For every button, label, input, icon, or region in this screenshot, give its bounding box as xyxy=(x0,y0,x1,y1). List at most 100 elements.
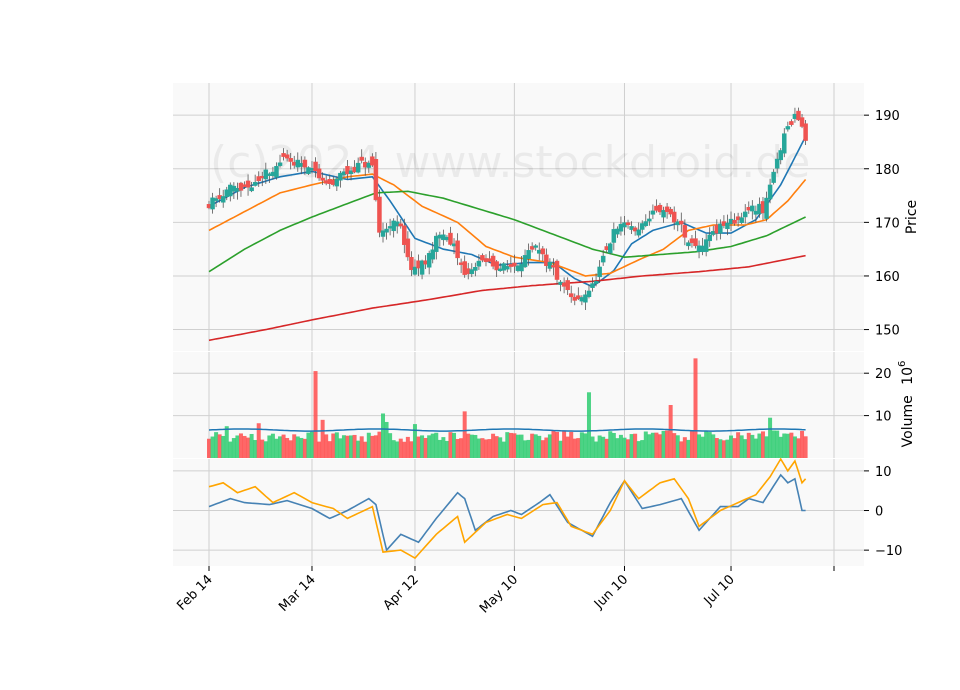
volume-bar-113 xyxy=(608,431,613,458)
candle-body-157 xyxy=(764,197,769,219)
volume-bar-33 xyxy=(324,434,329,458)
volume-bar-93 xyxy=(537,435,542,458)
volume-bar-167 xyxy=(800,430,805,458)
volume-bar-92 xyxy=(533,434,538,458)
volume-bar-120 xyxy=(633,433,638,458)
price-ytick-label-3: 180 xyxy=(875,163,900,178)
volume-bar-38 xyxy=(341,435,346,458)
volume-bar-9 xyxy=(238,433,243,458)
volume-bar-123 xyxy=(643,431,648,458)
candle-body-23 xyxy=(288,158,293,162)
price-panel: (c)2024 www.stockdroid.de 150 160 170 180 19… xyxy=(173,83,920,351)
candle-body-50 xyxy=(384,228,389,233)
volume-bar-70 xyxy=(455,438,460,458)
volume-bar-7 xyxy=(231,438,236,458)
volume-bar-103 xyxy=(572,438,577,458)
volume-bar-15 xyxy=(260,439,265,458)
volume-bar-122 xyxy=(640,440,645,458)
volume-bar-108 xyxy=(590,436,595,458)
volume-bar-61 xyxy=(423,437,428,458)
volume-bar-124 xyxy=(647,434,652,458)
candle-body-121 xyxy=(636,229,641,236)
volume-ytick-label-0: 10 xyxy=(875,410,892,425)
volume-bar-80 xyxy=(491,433,496,458)
volume-bar-37 xyxy=(338,438,343,458)
volume-bar-11 xyxy=(246,437,251,458)
volume-bar-150 xyxy=(739,435,744,458)
volume-bar-64 xyxy=(434,432,439,458)
volume-bar-100 xyxy=(562,431,567,458)
price-y-ticks: 150 160 170 180 190 xyxy=(864,109,900,339)
volume-bar-87 xyxy=(515,434,520,458)
volume-bar-89 xyxy=(523,440,528,458)
volume-bar-163 xyxy=(785,433,790,458)
oscillator-ytick-label-1: 0 xyxy=(875,505,883,520)
candle-body-162 xyxy=(782,133,787,154)
volume-bar-8 xyxy=(235,435,240,458)
candle-body-11 xyxy=(245,180,251,188)
volume-bar-118 xyxy=(626,439,631,458)
volume-bar-10 xyxy=(242,435,247,458)
candle-body-12 xyxy=(249,187,254,192)
volume-bar-20 xyxy=(278,436,283,458)
candle-body-4 xyxy=(220,196,226,203)
candle-body-110 xyxy=(597,266,602,278)
volume-bar-25 xyxy=(295,436,300,458)
volume-bar-88 xyxy=(519,434,524,458)
volume-bar-125 xyxy=(650,432,655,458)
volume-bar-86 xyxy=(512,433,517,458)
candle-body-150 xyxy=(739,217,744,223)
volume-bar-67 xyxy=(444,440,449,458)
volume-axis-label: Volume 106 xyxy=(897,361,916,448)
volume-bar-44 xyxy=(363,441,368,458)
volume-bar-77 xyxy=(480,438,485,458)
date-x-ticks: Feb 14 Mar 14 Apr 12 May 10 Jun 10 Jul 10 xyxy=(174,566,835,616)
volume-bar-4 xyxy=(221,435,226,458)
volume-bar-39 xyxy=(345,435,350,458)
volume-bar-97 xyxy=(551,430,556,458)
volume-bar-155 xyxy=(757,433,762,458)
volume-bar-29 xyxy=(309,431,314,458)
candle-body-42 xyxy=(355,162,361,173)
volume-bar-75 xyxy=(473,434,478,458)
volume-bar-130 xyxy=(668,405,673,458)
candle-body-148 xyxy=(732,220,737,224)
volume-bar-152 xyxy=(746,432,751,458)
oscillator-ytick-label-0: −10 xyxy=(875,544,902,559)
candle-body-124 xyxy=(647,218,652,222)
candle-body-92 xyxy=(533,245,538,248)
price-panel-background xyxy=(173,83,864,351)
volume-bar-51 xyxy=(388,433,393,458)
volume-bar-65 xyxy=(437,439,442,458)
volume-bar-96 xyxy=(547,434,552,458)
volume-bar-153 xyxy=(750,434,755,458)
volume-bar-50 xyxy=(384,421,389,458)
candle-body-168 xyxy=(803,123,808,141)
volume-bar-17 xyxy=(267,435,272,458)
volume-bar-156 xyxy=(760,431,765,458)
candle-body-113 xyxy=(608,243,613,254)
candle-body-43 xyxy=(359,156,364,161)
watermark: (c)2024 www.stockdroid.de xyxy=(210,137,810,188)
volume-bar-32 xyxy=(320,419,325,458)
volume-bar-121 xyxy=(636,441,641,458)
candle-body-101 xyxy=(565,280,570,291)
volume-bar-21 xyxy=(281,434,286,458)
oscillator-ytick-label-2: 10 xyxy=(875,465,892,480)
volume-bar-129 xyxy=(665,430,670,458)
volume-bar-81 xyxy=(494,436,499,458)
volume-bar-16 xyxy=(263,441,268,458)
volume-bar-133 xyxy=(679,441,684,458)
candle-body-151 xyxy=(742,211,748,218)
candle-body-137 xyxy=(693,238,698,247)
volume-ytick-label-1: 20 xyxy=(875,367,892,382)
volume-bar-12 xyxy=(249,433,254,458)
x-tick-label-0: Feb 14 xyxy=(174,572,216,614)
volume-bar-94 xyxy=(540,440,545,458)
volume-bar-22 xyxy=(285,437,290,458)
volume-bar-69 xyxy=(452,432,457,458)
volume-bar-49 xyxy=(381,413,386,458)
volume-bar-23 xyxy=(288,440,293,458)
volume-bar-111 xyxy=(601,436,606,458)
x-tick-label-4: Jun 10 xyxy=(591,572,631,612)
